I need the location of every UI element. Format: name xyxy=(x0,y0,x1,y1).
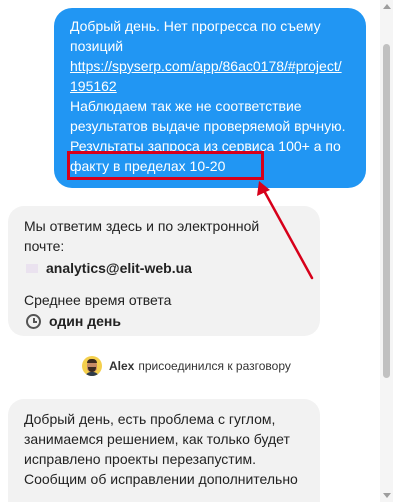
response-time-label: Среднее время ответа xyxy=(24,292,172,308)
message-text-line: позиций xyxy=(70,38,124,54)
scrollbar-thumb[interactable] xyxy=(383,44,390,378)
clock-icon xyxy=(26,313,41,329)
chat-area: Добрый день. Нет прогресса по съему пози… xyxy=(0,0,380,502)
agent-text-line: Сообщим об исправлении дополнительно xyxy=(24,471,298,487)
bot-text-line: почте: xyxy=(24,238,65,254)
agent-text-line: исправлено проекты перезапустим. xyxy=(24,451,257,467)
message-text-line: результатов выдаче проверяемой врчную. xyxy=(70,118,346,134)
email-row: analytics@elit-web.ua xyxy=(24,258,306,278)
email-address: analytics@elit-web.ua xyxy=(46,260,192,276)
response-time-row: один день xyxy=(24,311,306,331)
message-text-line: Наблюдаем так же не соответствие xyxy=(70,98,302,114)
message-text-line: Добрый день. Нет прогресса по съему xyxy=(70,18,321,34)
agent-joined-notice: Alex присоединился к разговору xyxy=(82,355,291,377)
agent-text-line: занимаемся решением, как только будет xyxy=(24,431,290,447)
envelope-icon xyxy=(26,263,38,273)
agent-text-line: Добрый день, есть проблема с гуглом, xyxy=(24,411,276,427)
joined-text: присоединился к разговору xyxy=(138,359,291,373)
bot-info-bubble: Мы ответим здесь и по электронной почте:… xyxy=(8,206,320,336)
vertical-scrollbar[interactable] xyxy=(380,0,393,502)
agent-name: Alex xyxy=(109,359,135,373)
bot-text-line: Мы ответим здесь и по электронной xyxy=(24,218,260,234)
annotation-highlight-box xyxy=(67,151,264,180)
project-link[interactable]: https://spyserp.com/app/86ac0178/#projec… xyxy=(70,56,352,76)
scroll-up-icon[interactable] xyxy=(383,4,391,9)
response-time-value: один день xyxy=(49,313,121,329)
project-link-continuation[interactable]: 195162 xyxy=(70,76,352,96)
scroll-down-icon[interactable] xyxy=(383,493,391,498)
agent-message-bubble: Добрый день, есть проблема с гуглом, зан… xyxy=(8,399,320,502)
agent-avatar xyxy=(82,356,102,376)
